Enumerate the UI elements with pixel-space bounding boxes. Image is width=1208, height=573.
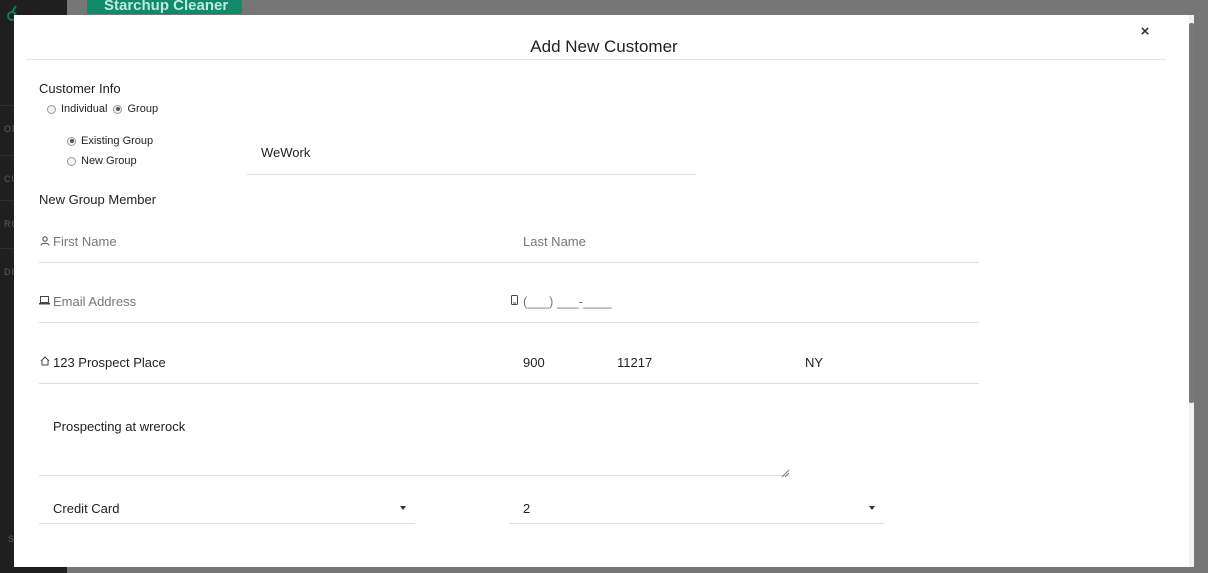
header-divider [26, 59, 1166, 60]
customer-type-group: Individual Group [47, 103, 164, 115]
last-name-input[interactable]: Last Name [523, 234, 586, 249]
person-icon [40, 236, 50, 249]
address-row-underline [39, 383, 979, 384]
background-brand: Starchup Cleaner [87, 0, 242, 14]
notes-textarea[interactable]: Prospecting at wrerock [53, 419, 185, 434]
phone-input[interactable]: (___) ___-____ [523, 294, 612, 309]
address-input[interactable]: 123 Prospect Place [53, 355, 166, 370]
first-name-input[interactable]: First Name [53, 234, 117, 249]
new-group-option: New Group [67, 155, 143, 167]
modal-title: Add New Customer [530, 37, 678, 56]
new-group-member-heading: New Group Member [39, 192, 157, 207]
group-radio-label[interactable]: Group [127, 103, 158, 115]
email-input[interactable]: Email Address [53, 294, 136, 309]
customer-info-heading: Customer Info [39, 81, 121, 96]
home-icon [40, 356, 50, 369]
mobile-phone-icon [511, 295, 518, 308]
caret-down-icon[interactable] [869, 506, 875, 510]
new-group-label[interactable]: New Group [81, 155, 137, 167]
add-customer-modal: Add New Customer × Customer Info Individ… [14, 15, 1194, 567]
laptop-icon [39, 296, 50, 308]
scrollbar-thumb[interactable] [1189, 23, 1194, 403]
modal-scrollbar[interactable] [1189, 15, 1194, 567]
payment-select-underline [39, 523, 415, 524]
group-name-underline [247, 174, 696, 175]
name-row-underline [39, 262, 979, 263]
contact-row-underline [39, 322, 979, 323]
second-select-underline [509, 523, 884, 524]
close-icon[interactable]: × [1135, 23, 1155, 43]
state-input[interactable]: NY [805, 355, 823, 370]
individual-radio-label[interactable]: Individual [61, 103, 107, 115]
apartment-input[interactable]: 900 [523, 355, 545, 370]
group-radio[interactable] [113, 104, 123, 114]
individual-radio[interactable] [47, 104, 56, 114]
payment-method-select[interactable]: Credit Card [53, 501, 119, 516]
existing-group-label[interactable]: Existing Group [81, 135, 153, 147]
caret-down-icon[interactable] [400, 506, 406, 510]
notes-underline [39, 475, 790, 476]
new-group-radio[interactable] [67, 156, 76, 166]
existing-group-radio[interactable] [67, 136, 76, 146]
textarea-resize-handle[interactable] [780, 465, 790, 478]
zip-input[interactable]: 11217 [617, 355, 652, 370]
group-name-input[interactable]: WeWork [261, 145, 310, 160]
second-select[interactable]: 2 [523, 501, 530, 516]
existing-group-option: Existing Group [67, 135, 159, 147]
